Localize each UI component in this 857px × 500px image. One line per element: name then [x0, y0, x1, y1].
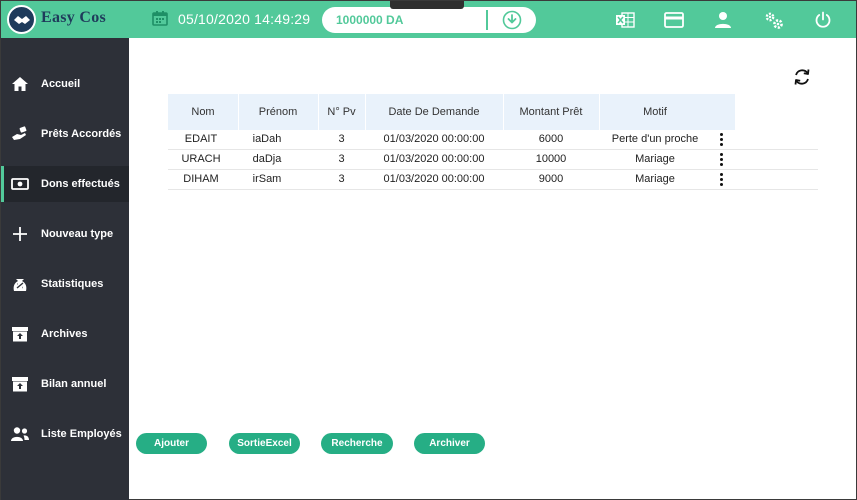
card-icon[interactable]	[663, 9, 685, 31]
cell-montant: 10000	[535, 153, 567, 165]
excel-icon[interactable]	[614, 9, 636, 31]
column-header-motif[interactable]: Motif	[599, 94, 711, 130]
power-icon[interactable]	[812, 9, 834, 31]
refresh-icon[interactable]	[792, 67, 812, 87]
archive-icon	[10, 324, 30, 344]
sidebar-item-label: Bilan annuel	[41, 378, 107, 390]
table-row[interactable]: DIHAM irSam 3 01/03/2020 00:00:00 9000 M…	[168, 170, 818, 190]
more-options-icon[interactable]	[716, 133, 726, 149]
sidebar-item-label: Prêts Accordés	[41, 128, 122, 140]
sidebar-item-label: Accueil	[41, 78, 81, 90]
cell-nom: EDAIT	[184, 133, 218, 145]
cash-icon	[10, 174, 30, 194]
handshake-icon	[7, 5, 36, 34]
sidebar: Accueil Prêts Accordés Dons effectués No…	[1, 38, 129, 500]
user-icon[interactable]	[712, 9, 734, 31]
sidebar-item-label: Liste Employés	[41, 428, 122, 440]
column-header-montant[interactable]: Montant Prêt	[503, 94, 599, 130]
cell-date: 01/03/2020 00:00:00	[383, 173, 485, 185]
cell-nom: DIHAM	[183, 173, 219, 185]
sidebar-item-label: Nouveau type	[41, 228, 114, 240]
cell-montant: 9000	[538, 173, 564, 185]
download-icon[interactable]	[502, 10, 522, 30]
archive-button[interactable]: Archiver	[414, 433, 485, 454]
column-header-num-pv[interactable]: N° Pv	[318, 94, 365, 130]
settings-icon[interactable]	[763, 9, 785, 31]
stats-icon	[10, 274, 30, 294]
cell-date: 01/03/2020 00:00:00	[383, 153, 485, 165]
table-header: Nom Prénom N° Pv Date De Demande Montant…	[168, 94, 735, 130]
window-notch	[390, 1, 464, 9]
cell-num-pv: 3	[338, 153, 345, 165]
current-datetime: 05/10/2020 14:49:29	[178, 11, 311, 27]
cell-motif: Mariage	[635, 153, 675, 165]
cell-num-pv: 3	[338, 133, 345, 145]
add-button[interactable]: Ajouter	[136, 433, 207, 454]
sidebar-item-label: Dons effectués	[41, 178, 120, 190]
loan-icon	[10, 124, 30, 144]
cell-montant: 6000	[538, 133, 564, 145]
sidebar-item-nouveau-type[interactable]: Nouveau type	[1, 216, 129, 252]
home-icon	[10, 74, 30, 94]
more-options-icon[interactable]	[716, 153, 726, 169]
app-name: Easy Cos	[41, 9, 107, 26]
column-header-prenom[interactable]: Prénom	[238, 94, 318, 130]
table-row[interactable]: URACH daDja 3 01/03/2020 00:00:00 10000 …	[168, 150, 818, 170]
cell-nom: URACH	[181, 153, 221, 165]
sidebar-item-statistiques[interactable]: Statistiques	[1, 266, 129, 302]
sidebar-item-accueil[interactable]: Accueil	[1, 66, 129, 102]
plus-icon	[10, 224, 30, 244]
logo: Easy Cos	[1, 1, 129, 38]
people-icon	[10, 424, 30, 444]
column-header-date-demande[interactable]: Date De Demande	[365, 94, 503, 130]
sidebar-item-label: Archives	[41, 328, 88, 340]
sidebar-item-bilan-annuel[interactable]: Bilan annuel	[1, 366, 129, 402]
cell-num-pv: 3	[338, 173, 345, 185]
search-button[interactable]: Recherche	[321, 433, 393, 454]
balance-divider	[486, 10, 488, 30]
sidebar-item-liste-employes[interactable]: Liste Employés	[1, 416, 129, 452]
cell-motif: Mariage	[635, 173, 675, 185]
balance-value: 1000000 DA	[336, 13, 404, 27]
table-row[interactable]: EDAIT iaDah 3 01/03/2020 00:00:00 6000 P…	[168, 130, 818, 150]
donations-table: Nom Prénom N° Pv Date De Demande Montant…	[168, 94, 818, 190]
cell-prenom: daDja	[252, 153, 282, 165]
sidebar-item-dons-effectues[interactable]: Dons effectués	[1, 166, 129, 202]
sidebar-item-label: Statistiques	[41, 278, 104, 290]
cell-date: 01/03/2020 00:00:00	[383, 133, 485, 145]
sidebar-item-prets-accordes[interactable]: Prêts Accordés	[1, 116, 129, 152]
export-excel-button[interactable]: SortieExcel	[229, 433, 300, 454]
app-window: Easy Cos 05/10/2020 14:49:29 1000000 DA	[0, 0, 857, 500]
sidebar-item-archives[interactable]: Archives	[1, 316, 129, 352]
cell-prenom: iaDah	[252, 133, 282, 145]
cell-prenom: irSam	[252, 173, 282, 185]
more-options-icon[interactable]	[716, 173, 726, 189]
calendar-icon	[152, 10, 168, 26]
archive-up-icon	[10, 374, 30, 394]
balance-display: 1000000 DA	[322, 7, 536, 33]
column-header-nom[interactable]: Nom	[168, 94, 238, 130]
cell-motif: Perte d'un proche	[611, 133, 699, 145]
